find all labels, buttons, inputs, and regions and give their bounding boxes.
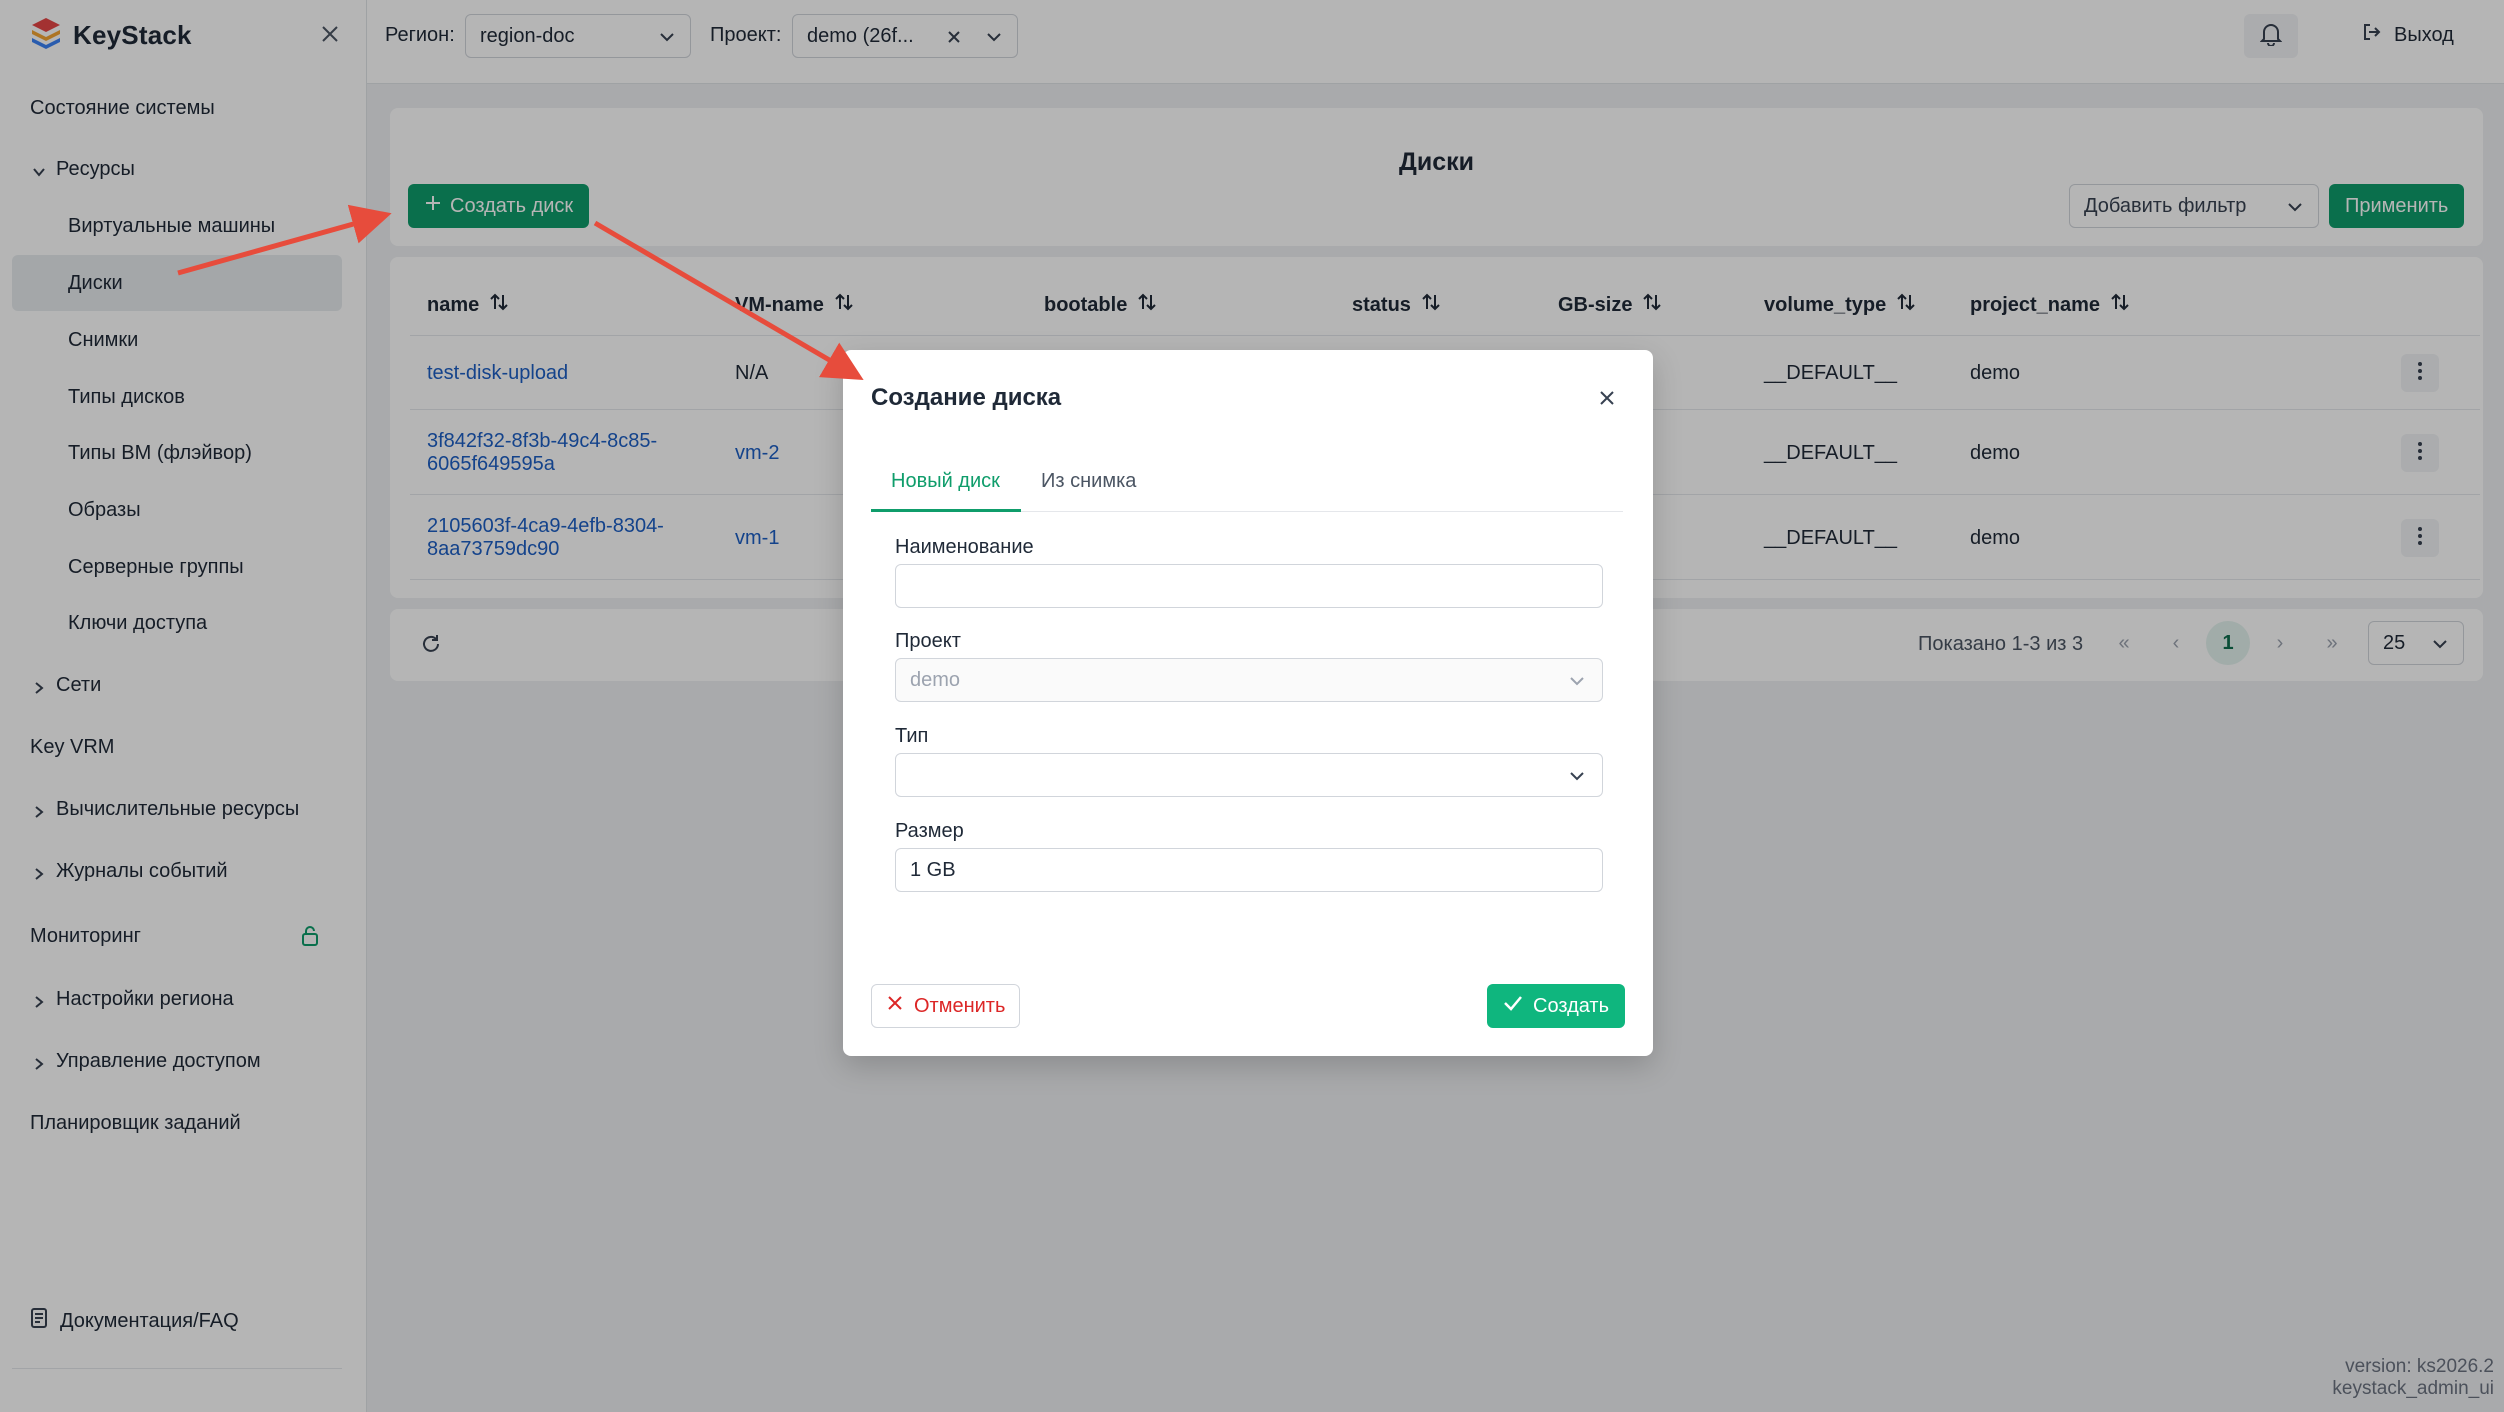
cancel-button[interactable]: Отменить xyxy=(871,984,1021,1028)
close-icon xyxy=(886,994,904,1018)
size-input[interactable]: 1 GB xyxy=(895,848,1603,892)
project-label: Проект xyxy=(895,630,961,652)
name-label: Наименование xyxy=(895,536,1034,558)
close-icon[interactable] xyxy=(1595,386,1619,410)
tab-from-snapshot[interactable]: Из снимка xyxy=(1041,470,1136,493)
active-tab-indicator xyxy=(871,509,1021,512)
size-label: Размер xyxy=(895,820,964,842)
name-input[interactable] xyxy=(895,564,1603,608)
type-label: Тип xyxy=(895,725,929,747)
chevron-down-icon xyxy=(1568,767,1586,785)
project-select: demo xyxy=(895,658,1603,702)
type-select[interactable] xyxy=(895,753,1603,797)
create-disk-dialog: Создание диска Новый диск Из снимка Наим… xyxy=(843,350,1653,1056)
check-icon xyxy=(1503,994,1523,1018)
create-button[interactable]: Создать xyxy=(1487,984,1626,1028)
dialog-tabs: Новый диск Из снимка xyxy=(871,454,1623,512)
dialog-title: Создание диска xyxy=(871,384,1062,411)
tab-new-disk[interactable]: Новый диск xyxy=(891,470,1000,493)
chevron-down-icon xyxy=(1568,672,1586,690)
